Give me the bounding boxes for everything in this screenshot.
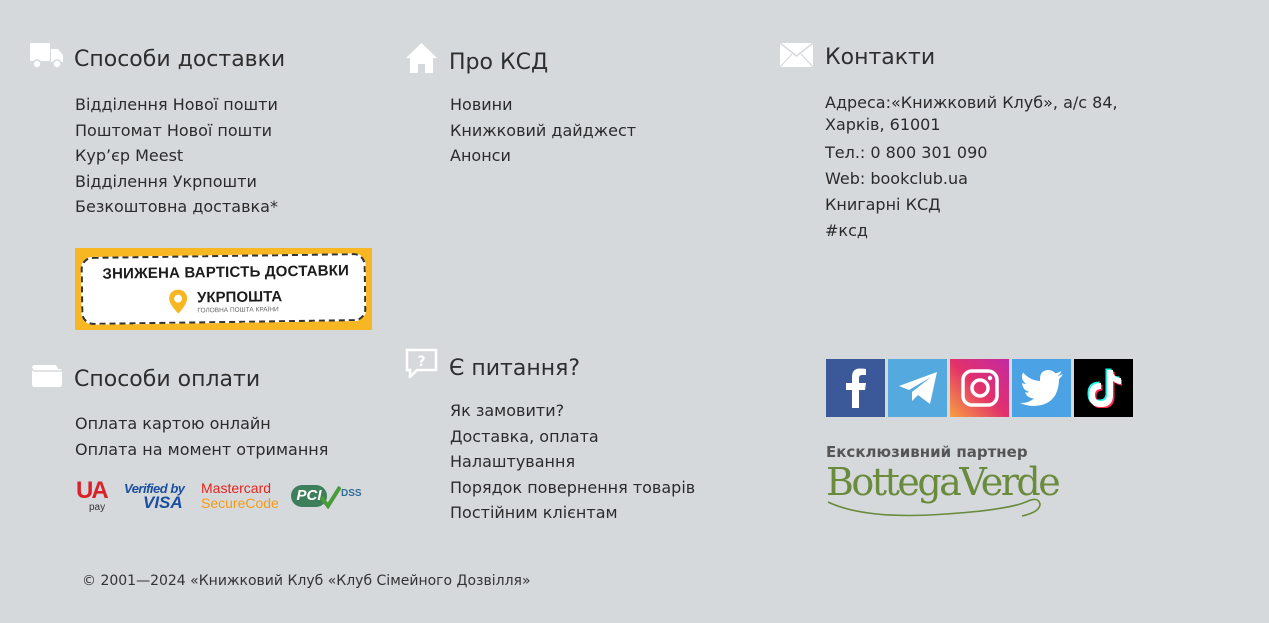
- payment-link-on-delivery[interactable]: Оплата на момент отримання: [75, 437, 328, 463]
- promo-brand: УКРПОШТА: [197, 288, 283, 307]
- telegram-icon[interactable]: [888, 359, 947, 417]
- contacts-phone[interactable]: Тел.: 0 800 301 090: [825, 140, 1118, 166]
- delivery-title: Способи доставки: [74, 47, 286, 72]
- truck-icon: [30, 43, 63, 69]
- payment-title: Способи оплати: [74, 367, 261, 392]
- pci-dss-logo: PCI DSS: [291, 477, 369, 515]
- partner-swirl-decoration: [827, 498, 1041, 517]
- contacts-address: Адреса:«Книжковий Клуб», а/с 84, Харків,…: [825, 92, 1118, 136]
- delivery-header: Способи доставки: [74, 47, 285, 72]
- about-link-announcements[interactable]: Анонси: [450, 143, 636, 169]
- about-links: Новини Книжковий дайджест Анонси: [450, 92, 636, 169]
- instagram-icon[interactable]: [950, 359, 1009, 417]
- contacts-web[interactable]: Web: bookclub.ua: [825, 166, 1118, 192]
- envelope-icon: [780, 43, 813, 67]
- uapay-logo: UA pay: [76, 477, 109, 513]
- delivery-link-ukrposhta[interactable]: Відділення Укрпошти: [75, 169, 278, 195]
- checkmark-icon: [319, 485, 341, 509]
- verified-by-visa-logo: Verified by VISA: [124, 481, 185, 512]
- questions-link-loyal-customers[interactable]: Постійним клієнтам: [450, 500, 695, 526]
- promo-headline: ЗНИЖЕНА ВАРТІСТЬ ДОСТАВКИ: [102, 262, 350, 283]
- contacts-header: Контакти: [825, 45, 935, 70]
- contacts-info: Адреса:«Книжковий Клуб», а/с 84, Харків,…: [825, 92, 1118, 244]
- about-title: Про КСД: [449, 50, 549, 75]
- wallet-icon: [31, 365, 62, 387]
- questions-link-returns[interactable]: Порядок повернення товарів: [450, 475, 695, 501]
- contacts-title: Контакти: [825, 45, 936, 70]
- map-pin-icon: [169, 289, 188, 314]
- facebook-icon[interactable]: [826, 359, 885, 417]
- payment-logos: UA pay Verified by VISA Mastercard Secur…: [75, 476, 369, 516]
- social-links: [826, 359, 1133, 417]
- contacts-stores-link[interactable]: Книгарні КСД: [825, 192, 1118, 218]
- delivery-link-free[interactable]: Безкоштовна доставка*: [75, 194, 278, 220]
- svg-text:?: ?: [417, 354, 425, 370]
- questions-link-how-to-order[interactable]: Як замовити?: [450, 398, 695, 424]
- contacts-address-line1: Адреса:«Книжковий Клуб», а/с 84,: [825, 93, 1118, 112]
- twitter-icon[interactable]: [1012, 359, 1071, 417]
- about-link-digest[interactable]: Книжковий дайджест: [450, 118, 636, 144]
- mastercard-securecode-logo: Mastercard SecureCode: [201, 480, 279, 511]
- home-icon: [406, 43, 437, 73]
- contacts-address-line2: Харків, 61001: [825, 115, 941, 134]
- delivery-link-nova-postomat[interactable]: Поштомат Нової пошти: [75, 118, 278, 144]
- bottega-verde-logo[interactable]: BottegaVerde: [826, 460, 1061, 517]
- delivery-link-nova-branch[interactable]: Відділення Нової пошти: [75, 92, 278, 118]
- about-link-news[interactable]: Новини: [450, 92, 636, 118]
- questions-header: Є питання?: [449, 356, 580, 381]
- delivery-link-meest-courier[interactable]: Кур’єр Meest: [75, 143, 278, 169]
- partner-title: Ексклюзивний партнер: [826, 443, 1028, 461]
- contacts-hashtag[interactable]: #ксд: [825, 218, 1118, 244]
- promo-dashed-frame: ЗНИЖЕНА ВАРТІСТЬ ДОСТАВКИ УКРПОШТА ГОЛОВ…: [80, 253, 367, 325]
- payment-links: Оплата картою онлайн Оплата на момент от…: [75, 411, 328, 462]
- questions-link-delivery-payment[interactable]: Доставка, оплата: [450, 424, 695, 450]
- delivery-links: Відділення Нової пошти Поштомат Нової по…: [75, 92, 278, 220]
- ukrposhta-promo-banner[interactable]: ЗНИЖЕНА ВАРТІСТЬ ДОСТАВКИ УКРПОШТА ГОЛОВ…: [75, 248, 372, 330]
- questions-link-settings[interactable]: Налаштування: [450, 449, 695, 475]
- questions-links: Як замовити? Доставка, оплата Налаштуван…: [450, 398, 695, 526]
- promo-tagline: ГОЛОВНА ПОШТА КРАЇНИ: [197, 306, 279, 315]
- about-header: Про КСД: [449, 50, 548, 75]
- tiktok-icon[interactable]: [1074, 359, 1133, 417]
- question-bubble-icon: ?: [405, 348, 438, 378]
- copyright: © 2001—2024 «Книжковий Клуб «Клуб Сімейн…: [82, 573, 531, 589]
- questions-title: Є питання?: [449, 356, 581, 381]
- payment-link-card-online[interactable]: Оплата картою онлайн: [75, 411, 328, 437]
- payment-header: Способи оплати: [74, 367, 260, 392]
